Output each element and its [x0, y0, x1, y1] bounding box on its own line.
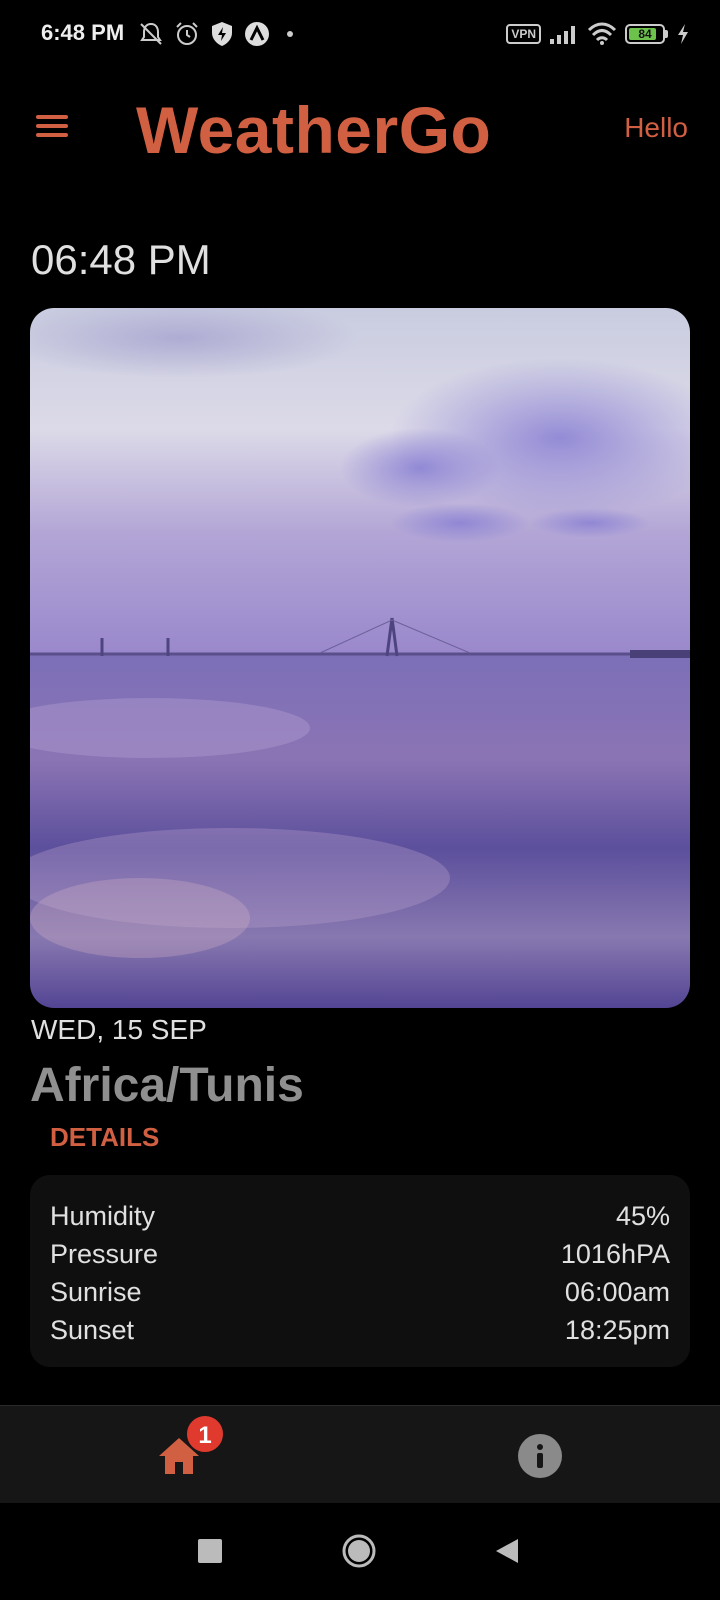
detail-label: Sunset [50, 1315, 135, 1345]
detail-label: Humidity [50, 1201, 156, 1231]
recents-button[interactable] [198, 1539, 222, 1563]
status-time: 6:48 PM [41, 20, 125, 45]
detail-row-humidity: Humidity 45% [50, 1197, 670, 1235]
app-header: WeatherGo Hello [0, 80, 720, 180]
detail-row-sunrise: Sunrise 06:00am [50, 1273, 670, 1311]
system-navigation [0, 1503, 720, 1600]
app-title: WeatherGo [136, 93, 492, 167]
hello-link[interactable]: Hello [624, 112, 688, 144]
mute-icon [140, 22, 162, 45]
battery-level: 84 [638, 27, 652, 41]
detail-value: 1016hPA [560, 1239, 670, 1269]
dot-icon [287, 31, 293, 37]
vpn-icon: VPN [506, 24, 541, 44]
detail-row-pressure: Pressure 1016hPA [50, 1235, 670, 1273]
signal-icon [550, 26, 575, 44]
detail-row-sunset: Sunset 18:25pm [50, 1311, 670, 1349]
app-a-icon [245, 22, 269, 46]
alarm-icon [176, 22, 198, 45]
hamburger-menu-icon[interactable] [32, 110, 72, 150]
wifi-icon [587, 22, 617, 45]
city-name: Africa/Tunis [30, 1059, 304, 1112]
notification-badge: 1 [185, 1414, 225, 1454]
battery-tip [665, 30, 668, 38]
detail-value: 18:25pm [564, 1315, 670, 1345]
status-icons-right: VPN 84 [506, 20, 690, 48]
date-label: WED, 15 SEP [31, 1014, 207, 1045]
battery-icon: 84 [625, 24, 665, 44]
detail-label: Sunrise [50, 1277, 142, 1307]
details-button[interactable]: DETAILS [50, 1122, 159, 1153]
detail-label: Pressure [50, 1239, 159, 1269]
status-bar: 6:48 PM VPN 84 [0, 0, 720, 70]
detail-value: 45% [615, 1201, 670, 1231]
detail-value: 06:00am [564, 1277, 670, 1307]
charging-icon [678, 24, 688, 44]
bottom-nav: 1 [0, 1405, 720, 1504]
details-card: Humidity 45% Pressure 1016hPA Sunrise 06… [30, 1175, 690, 1367]
home-button[interactable] [341, 1533, 377, 1569]
status-icons-left [138, 20, 300, 48]
location-photo [30, 308, 690, 1008]
info-icon[interactable] [518, 1434, 562, 1478]
back-button[interactable] [494, 1537, 520, 1565]
shield-bolt-icon [212, 22, 232, 46]
current-time: 06:48 PM [31, 236, 211, 283]
